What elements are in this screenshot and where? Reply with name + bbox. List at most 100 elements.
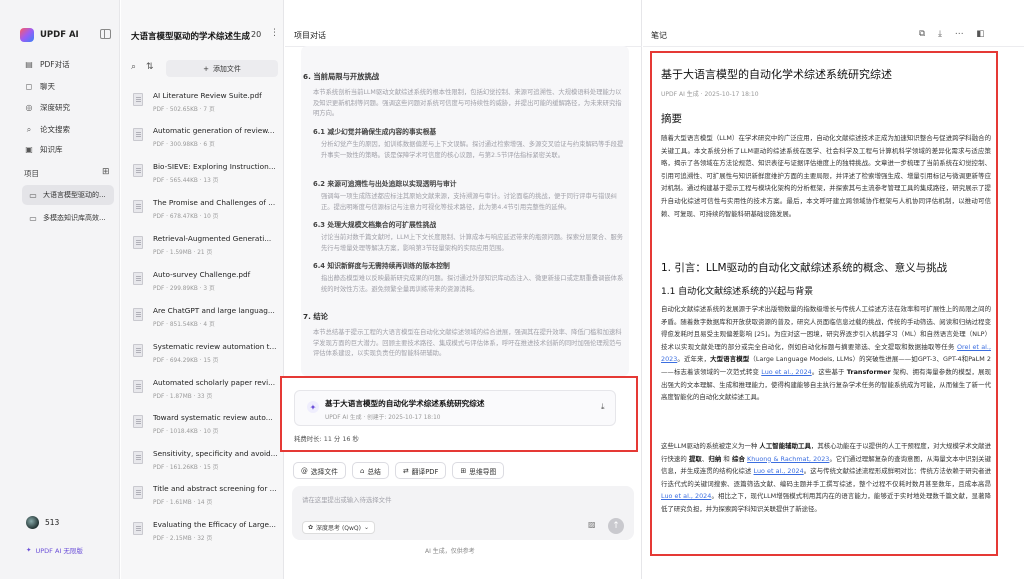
pdf-file-icon [133, 128, 143, 141]
send-button[interactable]: ↑ [608, 518, 624, 534]
document-title: Systematic review automation t... [153, 342, 277, 351]
add-file-label: 添加文件 [212, 64, 241, 73]
nav-item-pdf-chat[interactable]: ▤ PDF对话 [24, 59, 70, 70]
citation-link[interactable]: Khuong & Rachmat, 2023 [747, 455, 829, 463]
brand: UPDF AI [20, 28, 79, 42]
list-item[interactable]: Systematic review automation t... PDF · … [131, 340, 279, 370]
image-upload-icon[interactable]: ▨ [588, 520, 596, 529]
chip-label: 总结 [367, 467, 381, 476]
text-run: 。这些基于 [811, 367, 847, 376]
project-title: 大语言模型驱动的学术综述生成 [131, 32, 251, 42]
summary-icon: ⌂ [359, 466, 365, 475]
list-item[interactable]: Automatic generation of review... PDF · … [131, 124, 279, 154]
nav-item-knowledge-base[interactable]: ▣ 知识库 [24, 144, 63, 155]
add-file-button[interactable]: + 添加文件 [166, 60, 278, 77]
list-item[interactable]: Auto-survey Challenge.pdf PDF · 299.89KB… [131, 268, 279, 298]
document-title: Evaluating the Efficacy of Large... [153, 520, 276, 529]
more-options-icon[interactable]: ⋮ [270, 28, 279, 38]
summary-title: 基于大语言模型的自动化学术综述系统研究综述 [325, 399, 485, 408]
document-meta: PDF · 299.89KB · 3 页 [153, 286, 215, 292]
copy-icon[interactable]: ⧉ [919, 29, 925, 39]
note-document: 基于大语言模型的自动化学术综述系统研究综述 UPDF AI 生成 · 2025-… [650, 51, 998, 556]
pdf-chat-icon: ▤ [25, 60, 33, 69]
pdf-file-icon [133, 451, 143, 464]
document-list-panel: 大语言模型驱动的学术综述生成 20 ⋮ ⌕ ⇅ + 添加文件 AI Litera… [121, 0, 284, 579]
mindmap-button[interactable]: ⊞ 思维导图 [452, 462, 505, 479]
section-heading: 6. 当前局限与开放挑战 [303, 72, 380, 81]
summarize-button[interactable]: ⌂ 总结 [351, 462, 389, 479]
notes-panel: 笔记 ⧉ ⤓ ⋯ ◧ 基于大语言模型的自动化学术综述系统研究综述 UPDF AI… [643, 0, 1024, 579]
model-selector[interactable]: ✿ 深度思考 (QwQ) ⌄ [302, 521, 376, 534]
document-meta: PDF · 565.44KB · 13 页 [153, 178, 219, 184]
nav-item-deep-research[interactable]: ◎ 深度研究 [24, 102, 71, 113]
search-icon[interactable]: ⌕ [131, 62, 136, 72]
new-folder-icon[interactable]: ⊞ [102, 167, 110, 177]
project-item[interactable]: ▭ 大语言模型驱动的... [22, 185, 114, 205]
summary-file-card[interactable]: ✦ 基于大语言模型的自动化学术综述系统研究综述 UPDF AI 生成 · 创建于… [294, 390, 616, 426]
download-icon[interactable]: ⤓ [938, 29, 942, 39]
select-file-button[interactable]: @ 选择文件 [293, 462, 346, 479]
quick-actions: @ 选择文件 ⌂ 总结 ⇄ 翻译PDF ⊞ 思维导图 [293, 462, 505, 479]
citation-link[interactable]: Luo et al., 2024 [661, 492, 711, 500]
chat-message-body: 6. 当前局限与开放挑战 本节系统剖析当前LLM驱动文献综述系统的根本性限制，包… [301, 46, 629, 376]
list-item[interactable]: Retrieval-Augmented Generati... PDF · 1.… [131, 232, 279, 262]
document-title: The Promise and Challenges of ... [153, 198, 276, 207]
document-meta: PDF · 300.98KB · 6 页 [153, 142, 215, 148]
project-item[interactable]: ▭ 多模态知识库高效... [22, 208, 114, 228]
section-text: 指出静态模型难以反映最新研究成果的问题。探讨通过外部知识库动态注入、微更新接口或… [321, 275, 624, 293]
more-options-icon[interactable]: ⋯ [955, 29, 964, 39]
abstract-heading: 摘要 [661, 113, 682, 125]
panel-toggle-icon[interactable]: ◧ [976, 29, 984, 39]
folder-icon: ▭ [29, 213, 37, 223]
paper-search-icon: ⌕ [26, 124, 32, 134]
document-meta: PDF · 694.29KB · 15 页 [153, 358, 219, 364]
app-name: UPDF AI [40, 30, 79, 40]
translate-icon: ⇄ [402, 466, 409, 475]
chip-label: 思维导图 [469, 467, 497, 476]
paragraph: 自动化文献综述系统的发展源于学术出版物数量的指数级增长与传统人工综述方法在效率和… [661, 303, 991, 404]
deep-research-icon: ◎ [25, 103, 33, 112]
text-run: 和 [721, 454, 732, 463]
arrow-up-icon: ↑ [612, 521, 620, 531]
nav-item-label: 知识库 [40, 145, 63, 154]
list-item[interactable]: Title and abstract screening for ... PDF… [131, 482, 279, 512]
nav-item-chat[interactable]: ◻ 聊天 [24, 81, 55, 92]
list-item[interactable]: Toward systematic review auto... PDF · 1… [131, 411, 279, 441]
list-item[interactable]: Evaluating the Efficacy of Large... PDF … [131, 518, 279, 548]
input-placeholder: 请在这里提出或输入待选择文件 [302, 496, 392, 504]
ai-disclaimer: AI 生成，仅供参考 [425, 548, 475, 555]
pdf-file-icon [133, 93, 143, 106]
citation-link[interactable]: Luo et al., 2024 [754, 467, 804, 475]
bold-text: 归纳 [708, 454, 722, 463]
nav-item-label: 论文搜索 [40, 125, 70, 134]
user-account[interactable]: 513 [26, 516, 59, 529]
sort-icon[interactable]: ⇅ [146, 62, 154, 72]
collapse-sidebar-icon[interactable] [100, 29, 111, 39]
bold-text: 人工智能辅助工具 [759, 442, 811, 450]
nav-item-paper-search[interactable]: ⌕ 论文搜索 [24, 124, 70, 135]
list-item[interactable]: Sensitivity, specificity and avoid... PD… [131, 447, 279, 477]
document-title: AI Literature Review Suite.pdf [153, 91, 262, 100]
download-icon[interactable]: ⤓ [601, 402, 605, 412]
pdf-file-icon [133, 164, 143, 177]
list-item[interactable]: AI Literature Review Suite.pdf PDF · 502… [131, 89, 279, 119]
pdf-file-icon [133, 272, 143, 285]
list-item[interactable]: Automated scholarly paper revi... PDF · … [131, 376, 279, 406]
avatar [26, 516, 39, 529]
nav-item-label: PDF对话 [40, 60, 70, 69]
section-text: 讨论当前对数千篇文献时，LLM上下文长度限制、计算成本与响应延迟带来的瓶颈问题。… [321, 234, 624, 252]
ai-document-icon: ✦ [307, 401, 319, 413]
subsection-heading: 6.2 来源可追溯性与出处追踪以实现透明与审计 [313, 180, 457, 188]
chat-input[interactable]: 请在这里提出或输入待选择文件 ✿ 深度思考 (QwQ) ⌄ ▨ ↑ [292, 486, 634, 540]
document-title: Automated scholarly paper revi... [153, 378, 276, 387]
translate-pdf-button[interactable]: ⇄ 翻译PDF [394, 462, 447, 479]
list-item[interactable]: Are ChatGPT and large languag... PDF · 8… [131, 304, 279, 334]
citation-link[interactable]: Luo et al., 2024 [761, 368, 811, 376]
list-item[interactable]: The Promise and Challenges of ... PDF · … [131, 196, 279, 226]
list-item[interactable]: Bio-SIEVE: Exploring Instruction... PDF … [131, 160, 279, 190]
brain-icon: ✿ [308, 524, 314, 531]
document-meta: PDF · 1.87MB · 33 页 [153, 394, 213, 400]
upgrade-link[interactable]: ✦ UPDF AI 无限版 [26, 545, 83, 555]
subsection-heading: 6.4 知识新鲜度与无需持续再训练的版本控制 [313, 262, 450, 270]
projects-heading: 项目 [24, 169, 39, 178]
